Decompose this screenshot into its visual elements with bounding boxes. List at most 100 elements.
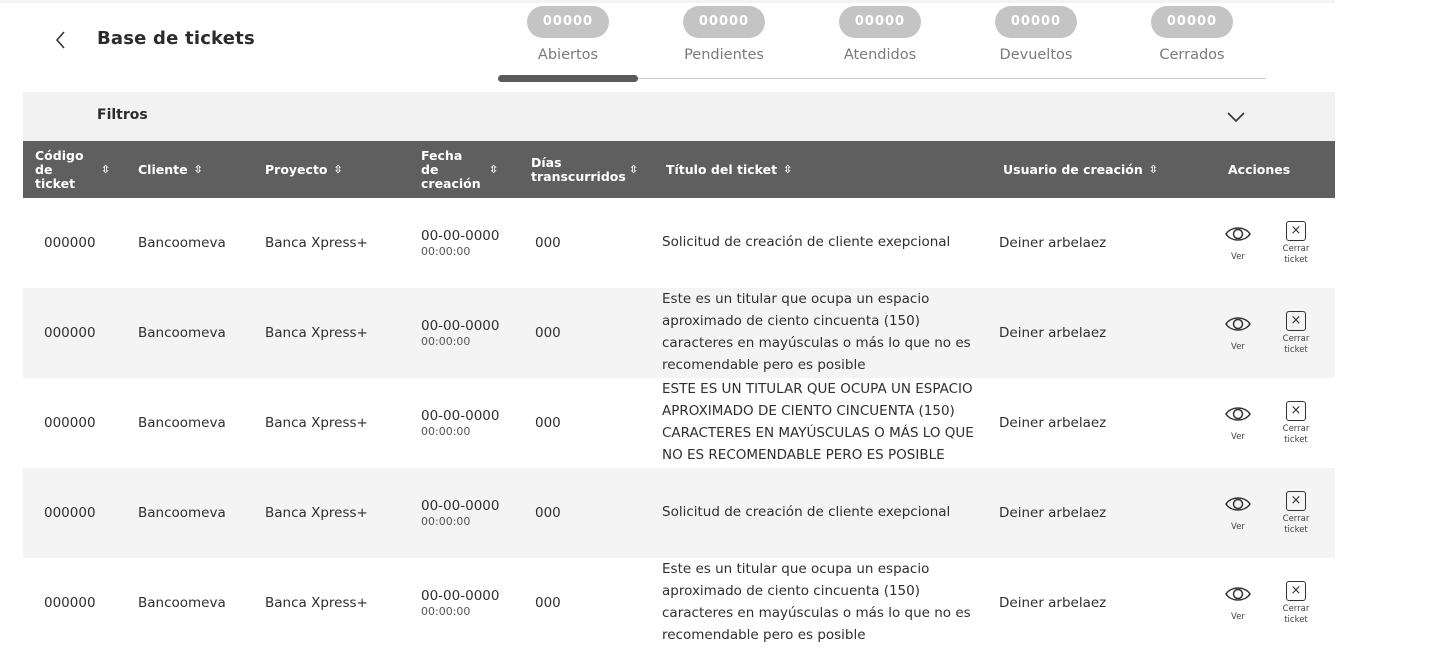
- close-ticket-button[interactable]: × Cerrar ticket: [1276, 468, 1316, 558]
- view-label: Ver: [1231, 522, 1245, 532]
- tab-cerrados[interactable]: 00000 Cerrados: [1122, 6, 1262, 63]
- close-ticket-button[interactable]: × Cerrar ticket: [1276, 288, 1316, 378]
- days-elapsed: 000: [535, 595, 561, 611]
- active-tab-indicator: [498, 75, 638, 82]
- close-ticket-label: Cerrar ticket: [1282, 243, 1310, 265]
- close-ticket-label: Cerrar ticket: [1282, 603, 1310, 625]
- close-icon: ×: [1286, 580, 1306, 601]
- close-icon: ×: [1286, 310, 1306, 331]
- project-name: Banca Xpress+: [265, 505, 368, 521]
- table-row: 000000 Bancoomeva Banca Xpress+ 00-00-00…: [23, 378, 1335, 468]
- eye-icon: [1224, 493, 1252, 519]
- sort-icon: ⇳: [101, 162, 111, 176]
- close-ticket-label: Cerrar ticket: [1282, 333, 1310, 355]
- table-row: 000000 Bancoomeva Banca Xpress+ 00-00-00…: [23, 468, 1335, 558]
- sort-icon: ⇳: [629, 162, 639, 176]
- tab-count-badge: 00000: [1151, 6, 1233, 38]
- created-date: 00-00-0000 00:00:00: [421, 558, 499, 648]
- project-name: Banca Xpress+: [265, 415, 368, 431]
- column-label: Acciones: [1228, 161, 1291, 177]
- project-name: Banca Xpress+: [265, 235, 368, 251]
- ticket-code: 000000: [44, 235, 96, 251]
- column-header-acciones: Acciones: [1228, 141, 1328, 198]
- client-name: Bancoomeva: [138, 595, 226, 611]
- view-label: Ver: [1231, 612, 1245, 622]
- created-date-value: 00-00-0000: [421, 228, 500, 244]
- column-header-usuario[interactable]: Usuario de creación ⇳: [1003, 141, 1193, 198]
- sort-icon: ⇳: [783, 162, 793, 176]
- table-header: Código de ticket ⇳ Cliente ⇳ Proyecto ⇳ Fec…: [23, 141, 1335, 198]
- created-by-user: Deiner arbelaez: [999, 325, 1107, 341]
- sort-icon: ⇳: [489, 162, 499, 176]
- column-header-titulo[interactable]: Título del ticket ⇳: [666, 141, 986, 198]
- column-header-fecha[interactable]: Fecha de creación ⇳: [421, 141, 526, 198]
- eye-icon: [1224, 583, 1252, 609]
- ticket-title: Solicitud de creación de cliente exepcio…: [662, 234, 951, 251]
- created-by-user: Deiner arbelaez: [999, 235, 1107, 251]
- eye-icon: [1224, 403, 1252, 429]
- sort-icon: ⇳: [333, 162, 343, 176]
- view-label: Ver: [1231, 432, 1245, 442]
- close-ticket-label: Cerrar ticket: [1282, 513, 1310, 535]
- created-by-user: Deiner arbelaez: [999, 415, 1107, 431]
- view-button[interactable]: Ver: [1222, 468, 1254, 558]
- days-elapsed: 000: [535, 235, 561, 251]
- ticket-code: 000000: [44, 325, 96, 341]
- close-ticket-button[interactable]: × Cerrar ticket: [1276, 558, 1316, 648]
- chevron-left-icon: [50, 27, 72, 53]
- days-elapsed: 000: [535, 325, 561, 341]
- column-label: Proyecto: [265, 161, 328, 177]
- view-button[interactable]: Ver: [1222, 288, 1254, 378]
- tab-label: Cerrados: [1159, 47, 1225, 63]
- page-title: Base de tickets: [97, 28, 255, 49]
- column-label: Título del ticket: [666, 161, 778, 177]
- table-row: 000000 Bancoomeva Banca Xpress+ 00-00-00…: [23, 198, 1335, 288]
- client-name: Bancoomeva: [138, 415, 226, 431]
- ticket-title: Este es un titular que ocupa un espacio …: [662, 291, 971, 373]
- ticket-title: Este es un titular que ocupa un espacio …: [662, 561, 971, 643]
- tab-count-badge: 00000: [683, 6, 765, 38]
- view-button[interactable]: Ver: [1222, 558, 1254, 648]
- filters-toggle[interactable]: Filtros: [23, 92, 1335, 141]
- created-time-value: 00:00:00: [421, 335, 471, 348]
- created-date-value: 00-00-0000: [421, 588, 500, 604]
- close-icon: ×: [1286, 490, 1306, 511]
- tab-label: Pendientes: [684, 47, 764, 63]
- tab-devueltos[interactable]: 00000 Devueltos: [966, 6, 1106, 63]
- view-button[interactable]: Ver: [1222, 198, 1254, 288]
- page-header: Base de tickets 00000 Abiertos 00000 Pen…: [0, 0, 1335, 92]
- created-by-user: Deiner arbelaez: [999, 595, 1107, 611]
- eye-icon: [1224, 313, 1252, 339]
- view-label: Ver: [1231, 252, 1245, 262]
- project-name: Banca Xpress+: [265, 325, 368, 341]
- close-icon: ×: [1286, 220, 1306, 241]
- created-by-user: Deiner arbelaez: [999, 505, 1107, 521]
- tab-count-badge: 00000: [995, 6, 1077, 38]
- column-header-codigo[interactable]: Código de ticket ⇳: [35, 141, 125, 198]
- created-date: 00-00-0000 00:00:00: [421, 378, 499, 468]
- project-name: Banca Xpress+: [265, 595, 368, 611]
- tab-atendidos[interactable]: 00000 Atendidos: [810, 6, 950, 63]
- view-button[interactable]: Ver: [1222, 378, 1254, 468]
- ticket-code: 000000: [44, 505, 96, 521]
- ticket-code: 000000: [44, 415, 96, 431]
- ticket-title: ESTE ES UN TITULAR QUE OCUPA UN ESPACIO …: [662, 381, 974, 463]
- created-date-value: 00-00-0000: [421, 408, 500, 424]
- ticket-code: 000000: [44, 595, 96, 611]
- column-header-dias[interactable]: Días transcurridos ⇳: [531, 141, 656, 198]
- tab-abiertos[interactable]: 00000 Abiertos: [498, 6, 638, 63]
- tab-pendientes[interactable]: 00000 Pendientes: [654, 6, 794, 63]
- column-header-proyecto[interactable]: Proyecto ⇳: [265, 141, 415, 198]
- back-button[interactable]: [50, 27, 72, 53]
- client-name: Bancoomeva: [138, 235, 226, 251]
- column-header-cliente[interactable]: Cliente ⇳: [138, 141, 258, 198]
- status-tabs: 00000 Abiertos 00000 Pendientes 00000 At…: [498, 0, 1266, 92]
- sort-icon: ⇳: [193, 162, 203, 176]
- created-date: 00-00-0000 00:00:00: [421, 468, 499, 558]
- close-ticket-button[interactable]: × Cerrar ticket: [1276, 378, 1316, 468]
- close-ticket-button[interactable]: × Cerrar ticket: [1276, 198, 1316, 288]
- created-time-value: 00:00:00: [421, 425, 471, 438]
- column-label: Días transcurridos: [531, 154, 626, 184]
- column-label: Código de ticket: [35, 147, 84, 191]
- days-elapsed: 000: [535, 415, 561, 431]
